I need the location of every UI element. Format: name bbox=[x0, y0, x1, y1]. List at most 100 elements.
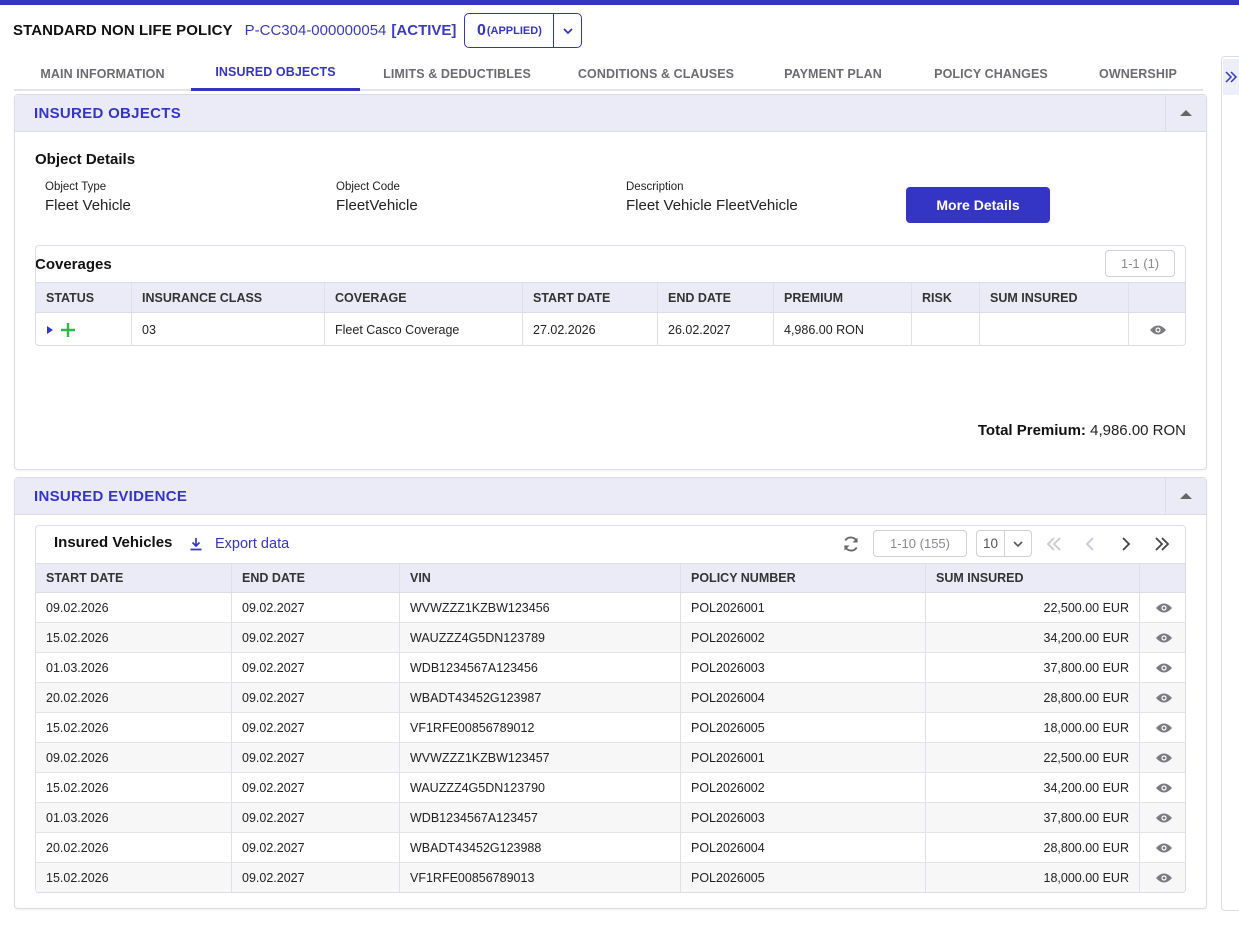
column-header[interactable]: INSURANCE CLASS bbox=[132, 283, 325, 312]
vehicles-pager: 1-10 (155) bbox=[873, 530, 967, 557]
risk-cell bbox=[912, 313, 980, 346]
sum-insured-cell: 28,800.00 EUR bbox=[926, 833, 1140, 862]
sum-insured-cell: 18,000.00 EUR bbox=[926, 863, 1140, 892]
export-data-button[interactable]: Export data bbox=[189, 536, 289, 552]
column-header[interactable]: START DATE bbox=[523, 283, 658, 312]
version-selector[interactable]: 0 (APPLIED) bbox=[464, 13, 583, 48]
object-code-value: FleetVehicle bbox=[336, 197, 418, 214]
total-premium-label: Total Premium: bbox=[977, 422, 1086, 439]
eye-icon bbox=[1155, 723, 1172, 732]
end-date-cell: 09.02.2027 bbox=[232, 833, 400, 862]
version-number: 0 bbox=[476, 21, 486, 39]
view-coverage-button[interactable] bbox=[1129, 313, 1187, 346]
collapse-insured-evidence-button[interactable] bbox=[1165, 478, 1206, 514]
column-header[interactable]: STATUS bbox=[36, 283, 132, 312]
object-code-label: Object Code bbox=[336, 181, 400, 193]
tab-conditions-clauses[interactable]: CONDITIONS & CLAUSES bbox=[554, 56, 758, 91]
vehicle-row: 15.02.2026 09.02.2027 VF1RFE00856789012 POL… bbox=[36, 713, 1185, 743]
column-header[interactable]: RISK bbox=[912, 283, 980, 312]
insured-evidence-title: INSURED EVIDENCE bbox=[34, 488, 188, 505]
sum-insured-cell: 34,200.00 EUR bbox=[926, 773, 1140, 802]
view-vehicle-button[interactable] bbox=[1140, 593, 1185, 622]
column-header[interactable]: END DATE bbox=[232, 564, 400, 592]
tab-insured-objects[interactable]: INSURED OBJECTS bbox=[191, 56, 360, 91]
eye-icon bbox=[1155, 813, 1172, 822]
expand-row-icon[interactable] bbox=[46, 325, 54, 335]
sum-insured-cell: 34,200.00 EUR bbox=[926, 623, 1140, 652]
tab-ownership[interactable]: OWNERSHIP bbox=[1074, 56, 1202, 91]
start-date-cell: 20.02.2026 bbox=[36, 683, 232, 712]
tab-policy-changes[interactable]: POLICY CHANGES bbox=[908, 56, 1074, 91]
vin-cell: VF1RFE00856789012 bbox=[400, 713, 681, 742]
last-page-button[interactable] bbox=[1150, 532, 1174, 556]
tab-limits-deductibles[interactable]: LIMITS & DEDUCTIBLES bbox=[360, 56, 554, 91]
expand-side-panel-button[interactable] bbox=[1223, 59, 1239, 95]
coverages-table: 1-1 (1) STATUS INSURANCE CLASS COVERAGE … bbox=[35, 245, 1186, 346]
coverage-cell: Fleet Casco Coverage bbox=[325, 313, 523, 346]
column-header[interactable]: SUM INSURED bbox=[980, 283, 1129, 312]
end-date-cell: 26.02.2027 bbox=[658, 313, 774, 346]
version-label[interactable]: 0 (APPLIED) bbox=[465, 14, 553, 47]
policy-number-cell: POL2026003 bbox=[681, 653, 926, 682]
end-date-cell: 09.02.2027 bbox=[232, 863, 400, 892]
end-date-cell: 09.02.2027 bbox=[232, 713, 400, 742]
version-dropdown-button[interactable] bbox=[553, 14, 581, 47]
chevron-down-icon bbox=[563, 27, 573, 34]
page-size-dropdown[interactable] bbox=[1004, 531, 1031, 556]
next-page-button[interactable] bbox=[1114, 532, 1138, 556]
coverage-row: 03 Fleet Casco Coverage 27.02.2026 26.02… bbox=[36, 313, 1185, 346]
view-vehicle-button[interactable] bbox=[1140, 833, 1185, 862]
sum-insured-cell: 22,500.00 EUR bbox=[926, 593, 1140, 622]
sum-insured-cell: 18,000.00 EUR bbox=[926, 713, 1140, 742]
vin-cell: WBADT43452G123987 bbox=[400, 683, 681, 712]
column-header[interactable]: SUM INSURED bbox=[926, 564, 1140, 592]
view-vehicle-button[interactable] bbox=[1140, 773, 1185, 802]
start-date-cell: 15.02.2026 bbox=[36, 713, 232, 742]
chevron-down-icon bbox=[1013, 540, 1023, 547]
page-size-select[interactable]: 10 bbox=[976, 530, 1032, 557]
caret-up-icon bbox=[1180, 493, 1192, 499]
insured-objects-header: INSURED OBJECTS bbox=[15, 95, 1206, 132]
policy-type-title: STANDARD NON LIFE POLICY bbox=[13, 22, 233, 39]
insurance-class-cell: 03 bbox=[132, 313, 325, 346]
object-type-value: Fleet Vehicle bbox=[45, 197, 131, 214]
vin-cell: WDB1234567A123457 bbox=[400, 803, 681, 832]
start-date-cell: 15.02.2026 bbox=[36, 863, 232, 892]
insured-objects-title: INSURED OBJECTS bbox=[34, 105, 182, 122]
view-vehicle-button[interactable] bbox=[1140, 713, 1185, 742]
eye-icon bbox=[1155, 783, 1172, 792]
vehicle-row: 20.02.2026 09.02.2027 WBADT43452G123987 POL… bbox=[36, 683, 1185, 713]
previous-page-button[interactable] bbox=[1078, 532, 1102, 556]
view-vehicle-button[interactable] bbox=[1140, 803, 1185, 832]
column-header[interactable]: COVERAGE bbox=[325, 283, 523, 312]
first-page-button[interactable] bbox=[1042, 532, 1066, 556]
refresh-button[interactable] bbox=[839, 532, 863, 556]
start-date-cell: 09.02.2026 bbox=[36, 593, 232, 622]
insured-vehicles-title: Insured Vehicles bbox=[54, 534, 173, 551]
vehicle-row: 09.02.2026 09.02.2027 WVWZZZ1KZBW123456 POL… bbox=[36, 593, 1185, 623]
insured-vehicles-table: Insured Vehicles Export data 1-10 (155) … bbox=[35, 525, 1186, 893]
collapse-insured-objects-button[interactable] bbox=[1165, 95, 1206, 131]
column-header[interactable]: POLICY NUMBER bbox=[681, 564, 926, 592]
sum-insured-cell: 22,500.00 EUR bbox=[926, 743, 1140, 772]
tab-main-information[interactable]: MAIN INFORMATION bbox=[14, 56, 191, 91]
vehicle-row: 01.03.2026 09.02.2027 WDB1234567A123457 POL… bbox=[36, 803, 1185, 833]
side-panel-strip bbox=[1221, 56, 1239, 911]
view-vehicle-button[interactable] bbox=[1140, 683, 1185, 712]
column-header[interactable]: VIN bbox=[400, 564, 681, 592]
column-header[interactable]: START DATE bbox=[36, 564, 232, 592]
more-details-button[interactable]: More Details bbox=[906, 187, 1050, 223]
vehicles-header-row: START DATE END DATE VIN POLICY NUMBER SU… bbox=[36, 563, 1185, 593]
view-vehicle-button[interactable] bbox=[1140, 653, 1185, 682]
view-vehicle-button[interactable] bbox=[1140, 623, 1185, 652]
column-header[interactable]: END DATE bbox=[658, 283, 774, 312]
tab-payment-plan[interactable]: PAYMENT PLAN bbox=[758, 56, 908, 91]
column-header[interactable]: PREMIUM bbox=[774, 283, 912, 312]
view-vehicle-button[interactable] bbox=[1140, 743, 1185, 772]
object-type-label: Object Type bbox=[45, 181, 107, 193]
status-cell bbox=[36, 313, 132, 346]
policy-number-cell: POL2026002 bbox=[681, 623, 926, 652]
policy-header: STANDARD NON LIFE POLICY P-CC304-0000000… bbox=[13, 13, 583, 48]
view-vehicle-button[interactable] bbox=[1140, 863, 1185, 892]
page-size-value: 10 bbox=[983, 536, 999, 551]
